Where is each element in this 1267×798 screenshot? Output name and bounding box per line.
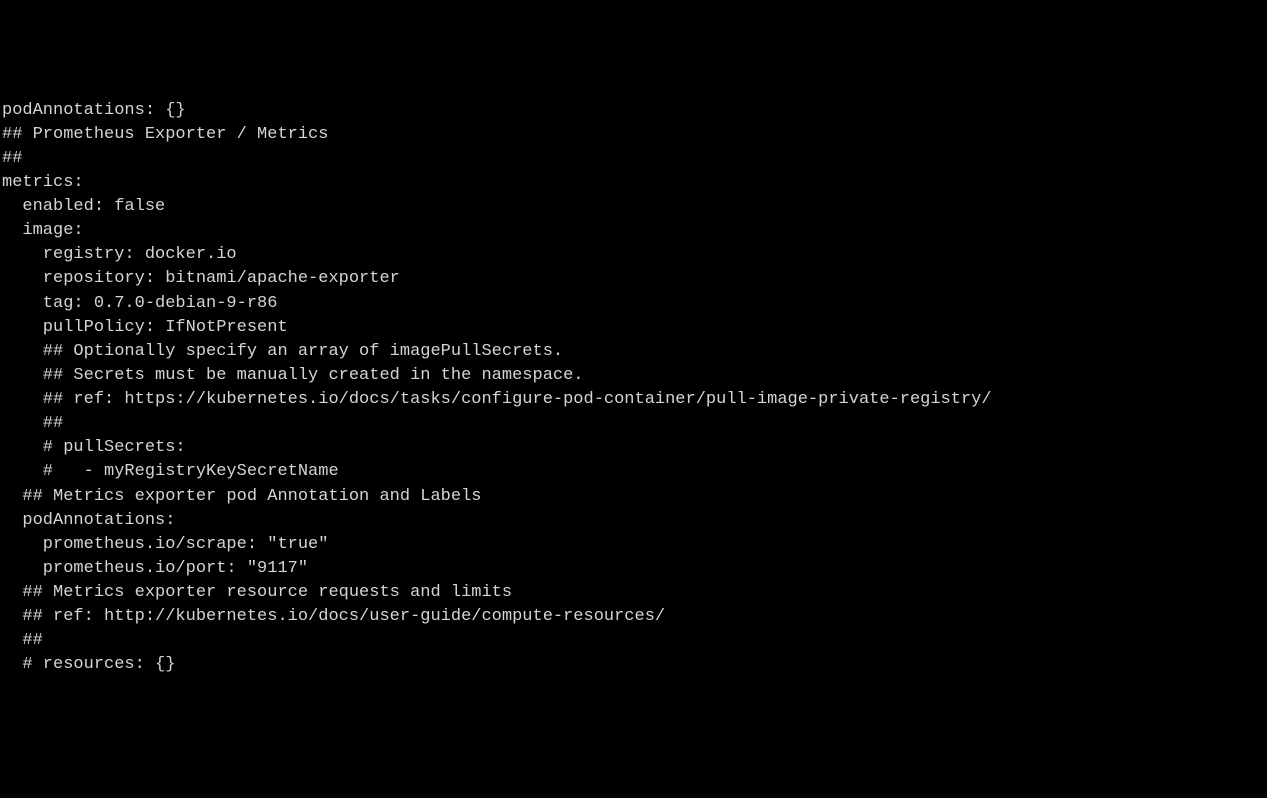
code-line: # - myRegistryKeySecretName [0,460,1267,484]
code-line: ## ref: http://kubernetes.io/docs/user-g… [0,605,1267,629]
code-line: podAnnotations: {} [0,99,1267,123]
code-line: ## Prometheus Exporter / Metrics [0,123,1267,147]
code-line: # resources: {} [0,653,1267,677]
code-line: image: [0,219,1267,243]
terminal-output[interactable]: podAnnotations: {}## Prometheus Exporter… [0,99,1267,678]
code-line: prometheus.io/port: "9117" [0,557,1267,581]
code-line: ## Secrets must be manually created in t… [0,364,1267,388]
code-line: tag: 0.7.0-debian-9-r86 [0,292,1267,316]
code-line: metrics: [0,171,1267,195]
code-line: ## Metrics exporter pod Annotation and L… [0,485,1267,509]
code-line: prometheus.io/scrape: "true" [0,533,1267,557]
code-line: ## [0,629,1267,653]
code-line: ## Metrics exporter resource requests an… [0,581,1267,605]
code-line: ## [0,147,1267,171]
code-line: ## ref: https://kubernetes.io/docs/tasks… [0,388,1267,412]
code-line: podAnnotations: [0,509,1267,533]
code-line: repository: bitnami/apache-exporter [0,267,1267,291]
code-line: ## Optionally specify an array of imageP… [0,340,1267,364]
code-line: enabled: false [0,195,1267,219]
code-line: pullPolicy: IfNotPresent [0,316,1267,340]
code-line: # pullSecrets: [0,436,1267,460]
code-line: registry: docker.io [0,243,1267,267]
code-line: ## [0,412,1267,436]
